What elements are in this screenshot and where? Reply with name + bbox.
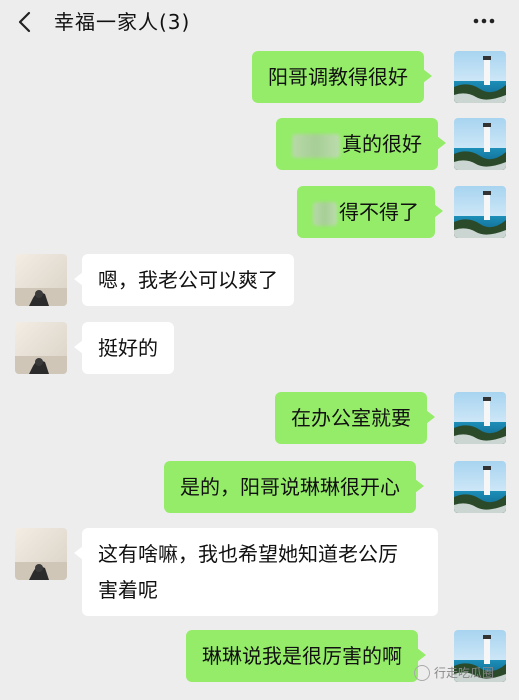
redaction-mosaic: [313, 201, 337, 226]
message-bubble-incoming[interactable]: 嗯，我老公可以爽了: [74, 254, 294, 306]
message-bubble-outgoing[interactable]: 在办公室就要: [275, 392, 435, 444]
my-avatar[interactable]: [454, 118, 506, 170]
contact-avatar[interactable]: [15, 322, 67, 374]
watermark: 行走吃瓜圈: [414, 664, 494, 681]
watermark-logo-icon: [414, 664, 430, 681]
message-bubble-outgoing[interactable]: 阳哥调教得很好: [252, 51, 432, 103]
my-avatar[interactable]: [454, 186, 506, 238]
message-bubble-outgoing[interactable]: 是的，阳哥说琳琳很开心: [164, 461, 424, 513]
chat-header: 幸福一家人(3): [0, 0, 519, 44]
contact-photo-avatar-image: [15, 528, 67, 580]
contact-avatar[interactable]: [15, 254, 67, 306]
chat-title: 幸福一家人(3): [54, 10, 191, 34]
contact-photo-avatar-image: [15, 322, 67, 374]
message-bubble-outgoing[interactable]: 真的很好: [276, 118, 446, 170]
message-bubble-incoming[interactable]: 这有啥嘛，我也希望她知道老公厉 害着呢: [74, 528, 438, 616]
lighthouse-avatar-image: [454, 51, 506, 103]
lighthouse-avatar-image: [454, 461, 506, 513]
message-bubble-outgoing[interactable]: 得不得了: [297, 186, 443, 238]
message-text: 得不得了: [339, 200, 419, 224]
contact-avatar[interactable]: [15, 528, 67, 580]
message-text: 真的很好: [342, 132, 422, 156]
more-dots-icon[interactable]: [472, 9, 496, 33]
lighthouse-avatar-image: [454, 118, 506, 170]
my-avatar[interactable]: [454, 392, 506, 444]
message-bubble-incoming[interactable]: 挺好的: [74, 322, 174, 374]
lighthouse-avatar-image: [454, 392, 506, 444]
contact-photo-avatar-image: [15, 254, 67, 306]
message-text-line: 害着呢: [98, 578, 158, 602]
back-chevron-icon[interactable]: [14, 8, 36, 36]
my-avatar[interactable]: [454, 461, 506, 513]
redaction-mosaic: [292, 133, 340, 158]
message-bubble-outgoing[interactable]: 琳琳说我是很厉害的啊: [186, 630, 426, 682]
message-text-line: 这有啥嘛，我也希望她知道老公厉: [98, 542, 398, 566]
watermark-text: 行走吃瓜圈: [434, 666, 495, 680]
lighthouse-avatar-image: [454, 186, 506, 238]
my-avatar[interactable]: [454, 51, 506, 103]
